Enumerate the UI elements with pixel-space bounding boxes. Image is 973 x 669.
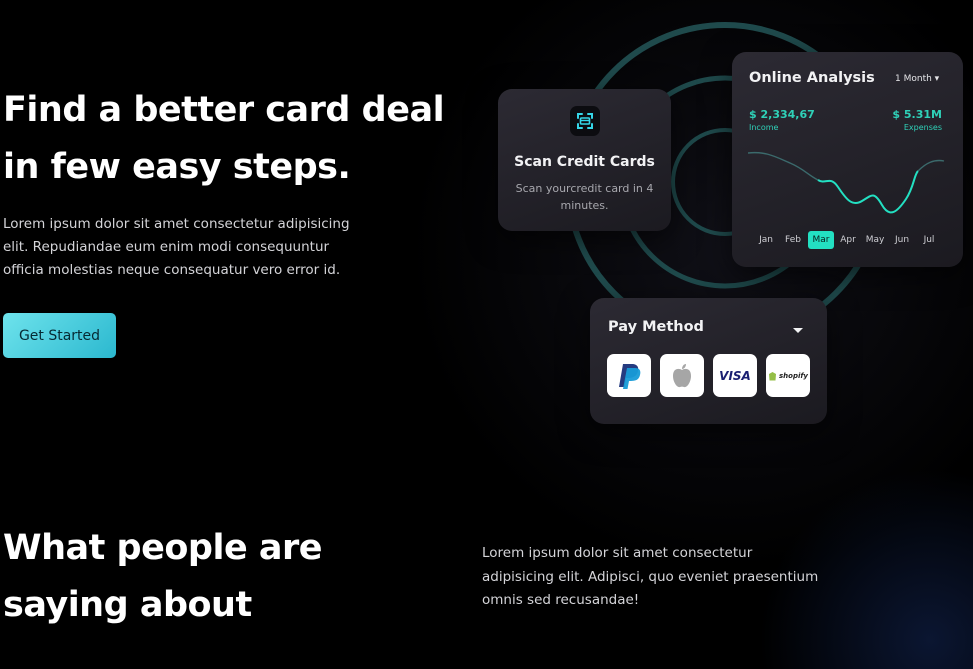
scan-card-description: Scan yourcredit card in 4 minutes. bbox=[515, 182, 654, 212]
caret-down-icon: ▾ bbox=[934, 74, 940, 84]
visa-option[interactable]: VISA bbox=[713, 354, 757, 397]
hero-title: Find a better card deal in few easy step… bbox=[3, 90, 445, 187]
scan-card-title: Scan Credit Cards bbox=[514, 154, 655, 170]
landing-page: Find a better card deal in few easy step… bbox=[0, 0, 973, 669]
month-tab-may[interactable]: May bbox=[862, 231, 888, 249]
month-tab-jan[interactable]: Jan bbox=[753, 231, 779, 249]
testimonials-title: What people are saying about bbox=[3, 528, 322, 625]
chevron-down-icon[interactable] bbox=[791, 321, 805, 340]
hero-description: Lorem ipsum dolor sit amet consectetur a… bbox=[3, 216, 350, 278]
scan-icon bbox=[570, 106, 600, 136]
month-tab-apr[interactable]: Apr bbox=[835, 231, 861, 249]
income-label: Income bbox=[749, 123, 779, 132]
paypal-icon bbox=[619, 363, 641, 389]
period-select-label: 1 Month bbox=[895, 74, 932, 84]
month-tab-mar[interactable]: Mar bbox=[808, 231, 834, 249]
pay-method-title: Pay Method bbox=[608, 319, 704, 335]
month-tab-jul[interactable]: Jul bbox=[916, 231, 942, 249]
trend-chart bbox=[748, 151, 945, 214]
paypal-option[interactable] bbox=[607, 354, 651, 397]
testimonials-description: Lorem ipsum dolor sit amet consectetur a… bbox=[482, 545, 819, 608]
apple-pay-option[interactable] bbox=[660, 354, 704, 397]
expense-value: $ 5.31M bbox=[892, 108, 942, 121]
get-started-button[interactable]: Get Started bbox=[3, 313, 116, 358]
month-tab-jun[interactable]: Jun bbox=[889, 231, 915, 249]
period-select[interactable]: 1 Month ▾ bbox=[895, 74, 939, 84]
apple-icon bbox=[673, 363, 691, 387]
trend-line-highlight bbox=[817, 170, 919, 214]
trend-line-past bbox=[748, 151, 819, 181]
expense-label: Expenses bbox=[903, 123, 942, 132]
shopify-label: shopify bbox=[779, 371, 808, 380]
income-value: $ 2,334,67 bbox=[749, 108, 815, 121]
analysis-card-title: Online Analysis bbox=[749, 70, 875, 86]
month-tab-feb[interactable]: Feb bbox=[780, 231, 806, 249]
trend-line-future bbox=[917, 159, 945, 172]
shopify-icon bbox=[769, 371, 776, 380]
shopify-option[interactable]: shopify bbox=[766, 354, 810, 397]
visa-icon: VISA bbox=[719, 368, 751, 383]
